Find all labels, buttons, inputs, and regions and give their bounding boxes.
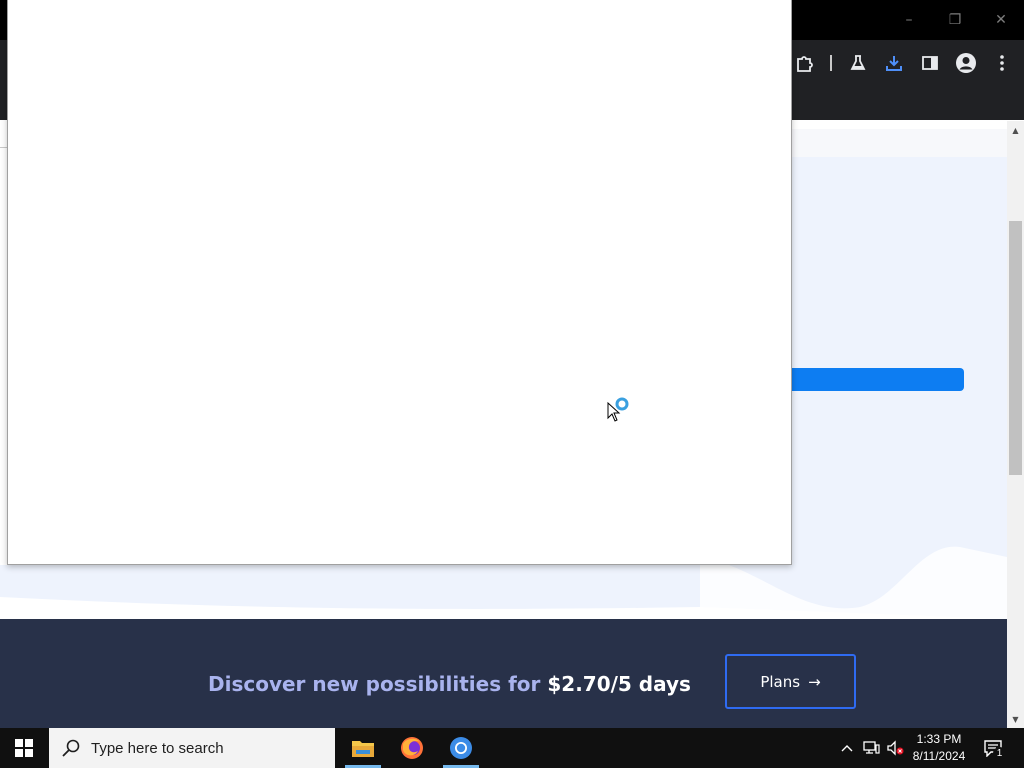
plans-button[interactable]: Plans → — [725, 654, 856, 709]
firefox-icon[interactable] — [392, 728, 432, 768]
more-menu-icon[interactable] — [989, 50, 1015, 76]
taskbar-search-box[interactable]: Type here to search — [49, 728, 335, 768]
show-hidden-icons-chevron-icon[interactable] — [838, 728, 856, 768]
promo-text: Discover new possibilities for $2.70/5 d… — [208, 672, 691, 696]
clock-date: 8/11/2024 — [912, 749, 966, 763]
file-explorer-icon[interactable] — [343, 728, 383, 768]
side-panel-icon[interactable] — [917, 50, 943, 76]
system-clock[interactable]: 1:33 PM 8/11/2024 — [903, 731, 975, 765]
close-icon: ✕ — [995, 12, 1007, 28]
toolbar-separator — [830, 55, 832, 71]
windows-logo-icon — [15, 739, 33, 757]
restore-icon: ❐ — [948, 12, 962, 28]
restore-button[interactable]: ❐ — [932, 0, 978, 40]
close-button[interactable]: ✕ — [978, 0, 1024, 40]
minimize-button[interactable]: – — [886, 0, 932, 40]
labs-flask-icon[interactable] — [845, 50, 871, 76]
search-placeholder: Type here to search — [91, 739, 224, 757]
profile-avatar-icon[interactable] — [953, 50, 979, 76]
scroll-down-icon[interactable]: ▼ — [1007, 712, 1024, 726]
busy-cursor-icon — [607, 397, 629, 422]
promo-lead-text: Discover new possibilities for — [208, 672, 548, 696]
clock-time: 1:33 PM — [916, 732, 962, 746]
taskbar: Type here to search 1:33 PM 8/11/2024 — [0, 728, 1024, 768]
search-icon — [62, 739, 80, 757]
start-button[interactable] — [0, 728, 48, 768]
chrome-icon[interactable] — [441, 728, 481, 768]
background-window-content-edge — [0, 120, 7, 565]
minimize-icon: – — [905, 12, 913, 28]
promo-banner: Discover new possibilities for $2.70/5 d… — [0, 619, 1007, 728]
scroll-up-icon[interactable]: ▲ — [1007, 123, 1024, 137]
background-window-divider — [0, 147, 7, 148]
plans-button-label: Plans — [760, 672, 801, 691]
blank-popup-window[interactable] — [7, 0, 792, 565]
hero-cta-button[interactable] — [792, 368, 964, 391]
download-icon[interactable] — [881, 50, 907, 76]
network-icon[interactable] — [860, 728, 882, 768]
page-scrollbar[interactable]: ▲ ▼ — [1007, 121, 1024, 728]
extensions-icon[interactable] — [792, 50, 818, 76]
promo-price: $2.70/5 days — [547, 672, 691, 696]
scrollbar-thumb[interactable] — [1009, 221, 1022, 475]
arrow-right-icon: → — [808, 672, 821, 691]
notification-count-badge: 1 — [993, 747, 1006, 760]
